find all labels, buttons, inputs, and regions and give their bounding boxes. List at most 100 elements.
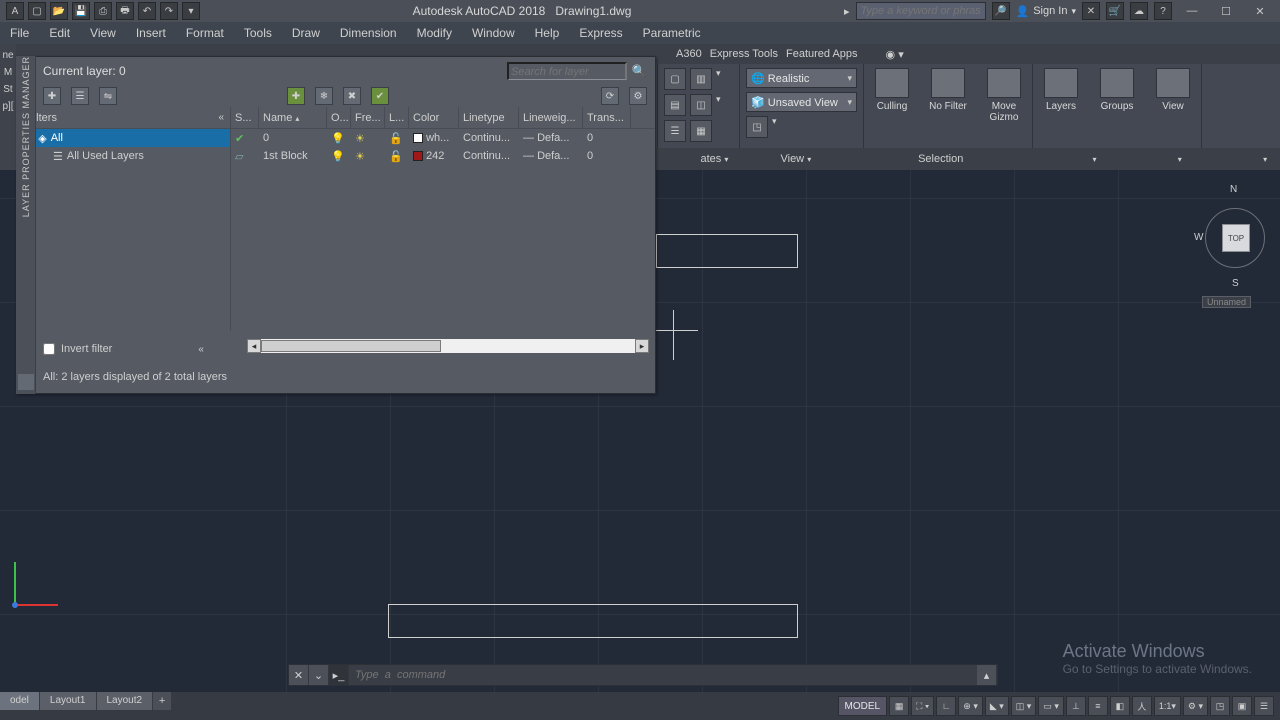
- caret-down-icon[interactable]: ▾: [772, 116, 777, 138]
- command-input[interactable]: [349, 665, 977, 685]
- vc-ucs-label[interactable]: Unnamed: [1202, 296, 1251, 308]
- menu-view[interactable]: View: [80, 22, 126, 44]
- menu-parametric[interactable]: Parametric: [633, 22, 711, 44]
- new-icon[interactable]: ▢: [28, 2, 46, 20]
- cloud-icon[interactable]: ☁: [1130, 2, 1148, 20]
- rib-ico-1[interactable]: ▢: [664, 68, 686, 90]
- menu-modify[interactable]: Modify: [407, 22, 462, 44]
- col-lineweight[interactable]: Lineweig...: [519, 107, 583, 129]
- sb-snap-icon[interactable]: ⛶ ▾: [911, 696, 934, 716]
- menu-express[interactable]: Express: [569, 22, 632, 44]
- sb-3dosnap-icon[interactable]: ▭ ▾: [1038, 696, 1064, 716]
- qat-more-icon[interactable]: ▾: [182, 2, 200, 20]
- sb-iso-icon[interactable]: ◣ ▾: [985, 696, 1009, 716]
- caret-down-icon[interactable]: ▾: [716, 68, 721, 90]
- menu-window[interactable]: Window: [462, 22, 525, 44]
- layer-hscroll[interactable]: ◂ ▸: [247, 339, 649, 353]
- delete-layer-icon[interactable]: ✖: [343, 87, 361, 105]
- filter-used[interactable]: ☰All Used Layers: [17, 147, 230, 165]
- col-lock[interactable]: L...: [385, 107, 409, 129]
- layer-row-1[interactable]: ▱ 1st Block 💡 ☀ 🔓 242 Continu... — Defa.…: [231, 147, 655, 165]
- sb-scale[interactable]: 1:1 ▾: [1154, 696, 1181, 716]
- layer-panel-menu-icon[interactable]: [18, 374, 34, 390]
- tab-layout2[interactable]: Layout2: [97, 692, 154, 710]
- menu-draw[interactable]: Draw: [282, 22, 330, 44]
- sb-model[interactable]: MODEL: [838, 696, 888, 716]
- cmd-options-icon[interactable]: ⌄: [309, 665, 329, 685]
- viewcube[interactable]: N W S TOP Unnamed: [1200, 178, 1270, 308]
- layer-search-input[interactable]: [507, 62, 627, 80]
- col-color[interactable]: Color: [409, 107, 459, 129]
- undo-icon[interactable]: ↶: [138, 2, 156, 20]
- invert-filter[interactable]: Invert filter«: [43, 343, 204, 355]
- new-layer-icon[interactable]: ✚: [43, 87, 61, 105]
- rib-ico-4[interactable]: ◫: [690, 94, 712, 116]
- sb-perf-icon[interactable]: ◳: [1210, 696, 1230, 716]
- rib-ico-5[interactable]: ☰: [664, 120, 686, 142]
- filter-all[interactable]: ⊟◈All: [17, 129, 230, 147]
- scroll-left-icon[interactable]: ◂: [247, 339, 261, 353]
- collapse-icon[interactable]: «: [198, 344, 204, 355]
- cmd-close-icon[interactable]: ✕: [289, 665, 309, 685]
- rectangle-bottom[interactable]: [388, 604, 798, 638]
- filters-header[interactable]: Filters«: [17, 107, 230, 129]
- col-name[interactable]: Name ▴: [259, 107, 327, 129]
- rectangle-top[interactable]: [656, 234, 798, 268]
- maximize-button[interactable]: ☐: [1212, 2, 1240, 20]
- minimize-button[interactable]: —: [1178, 2, 1206, 20]
- menu-insert[interactable]: Insert: [126, 22, 176, 44]
- col-status[interactable]: S...: [231, 107, 259, 129]
- rib-ico-2[interactable]: ▥: [690, 68, 712, 90]
- open-icon[interactable]: 📂: [50, 2, 68, 20]
- sb-cycle-icon[interactable]: 人: [1132, 696, 1152, 716]
- layer-panel-titlebar[interactable]: LAYER PROPERTIES MANAGER: [16, 56, 36, 394]
- sb-trans-icon[interactable]: ◧: [1110, 696, 1130, 716]
- sb-grid-icon[interactable]: ▦: [889, 696, 909, 716]
- saveas-icon[interactable]: ⎙: [94, 2, 112, 20]
- menu-help[interactable]: Help: [525, 22, 570, 44]
- rib-vs-ico[interactable]: ◳: [746, 116, 768, 138]
- new-layer2-icon[interactable]: ✚: [287, 87, 305, 105]
- sb-gear-icon[interactable]: ⚙ ▾: [1183, 696, 1208, 716]
- vc-top-face[interactable]: TOP: [1222, 224, 1250, 252]
- layer-row-0[interactable]: ✔ 0 💡 ☀ 🔓 wh... Continu... — Defa... 0: [231, 129, 655, 147]
- new-group-icon[interactable]: ☰: [71, 87, 89, 105]
- set-current-icon[interactable]: ✔: [371, 87, 389, 105]
- col-on[interactable]: O...: [327, 107, 351, 129]
- exchange-icon[interactable]: ✕: [1082, 2, 1100, 20]
- sb-polar-icon[interactable]: ⊕ ▾: [958, 696, 983, 716]
- col-linetype[interactable]: Linetype: [459, 107, 519, 129]
- cart-icon[interactable]: 🛒: [1106, 2, 1124, 20]
- view-button[interactable]: View: [1145, 64, 1201, 116]
- help-icon[interactable]: ?: [1154, 2, 1172, 20]
- tab-bullet-icon[interactable]: ◉ ▾: [886, 48, 904, 61]
- tab-model[interactable]: odel: [0, 692, 40, 710]
- sb-lw-icon[interactable]: ≡: [1088, 696, 1108, 716]
- app-icon[interactable]: A: [6, 2, 24, 20]
- caret-down-icon[interactable]: ▾: [716, 94, 721, 116]
- col-freeze[interactable]: Fre...: [351, 107, 385, 129]
- tab-a360[interactable]: A360: [676, 48, 702, 60]
- sb-ortho-icon[interactable]: ∟: [936, 696, 956, 716]
- invert-checkbox[interactable]: [43, 343, 55, 355]
- save-icon[interactable]: 💾: [72, 2, 90, 20]
- view-dropdown[interactable]: 🧊 Unsaved View▾: [746, 92, 857, 112]
- nofilter-button[interactable]: No Filter: [920, 64, 976, 127]
- plot-icon[interactable]: 🖶: [116, 2, 134, 20]
- cmd-history-icon[interactable]: ▴: [977, 665, 997, 685]
- movegizmo-button[interactable]: MoveGizmo: [976, 64, 1032, 127]
- tab-express[interactable]: Express Tools: [710, 48, 778, 60]
- settings-icon[interactable]: ⚙: [629, 87, 647, 105]
- culling-button[interactable]: Culling: [864, 64, 920, 127]
- redo-icon[interactable]: ↷: [160, 2, 178, 20]
- menu-edit[interactable]: Edit: [39, 22, 80, 44]
- tab-featured[interactable]: Featured Apps: [786, 48, 858, 60]
- tab-layout1[interactable]: Layout1: [40, 692, 97, 710]
- ucs-icon[interactable]: [10, 554, 70, 614]
- menu-format[interactable]: Format: [176, 22, 234, 44]
- sb-osnap-icon[interactable]: ◫ ▾: [1011, 696, 1037, 716]
- layers-button[interactable]: Layers: [1033, 64, 1089, 116]
- signin[interactable]: 👤Sign In▾: [1016, 5, 1076, 18]
- menu-dimension[interactable]: Dimension: [330, 22, 407, 44]
- layer-states-icon[interactable]: ⇋: [99, 87, 117, 105]
